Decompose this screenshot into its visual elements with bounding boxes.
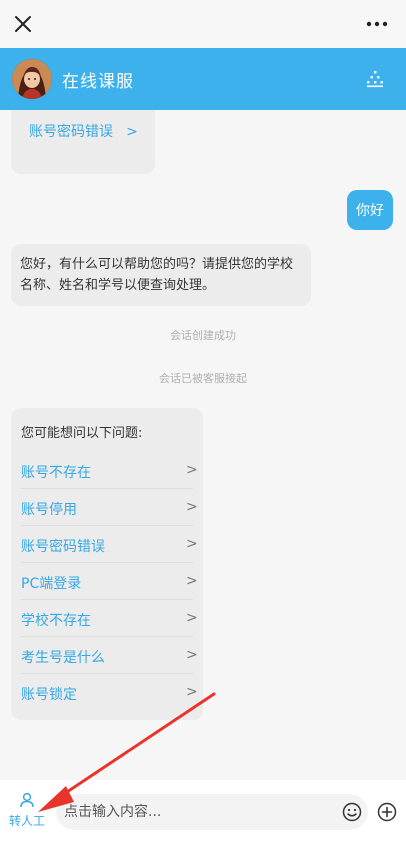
faq-link-label: 账号密码错误: [29, 124, 113, 140]
emoji-button[interactable]: [342, 802, 362, 822]
chevron-right-icon: >: [186, 573, 198, 589]
message-input[interactable]: [64, 794, 334, 830]
tree-menu-button[interactable]: [366, 70, 384, 88]
chat-area[interactable]: 账号密码错误 > 你好 您好，有什么可以帮助您的吗？请提供您的学校名称、姓名和学…: [0, 110, 406, 780]
faq-title: 您可能想问以下问题:: [21, 426, 143, 441]
faq-item-label: PC端登录: [21, 576, 82, 592]
chevron-right-icon: >: [186, 684, 198, 700]
faq-item-label: 账号锁定: [21, 687, 77, 703]
faq-item-label: 账号密码错误: [21, 539, 105, 555]
chevron-right-icon: >: [126, 124, 138, 140]
avatar: [12, 59, 52, 99]
user-message-text: 你好: [356, 203, 384, 219]
faq-bubble: 您可能想问以下问题: 账号不存在 > 账号停用 > 账号密码错误 > PC端登录…: [11, 408, 203, 720]
more-actions-button[interactable]: [377, 802, 397, 822]
more-dots-icon: [366, 21, 388, 27]
transfer-to-human-label: 转人工: [8, 814, 45, 828]
chevron-right-icon: >: [186, 462, 198, 478]
faq-item-label: 考生号是什么: [21, 650, 105, 666]
person-icon: [20, 792, 34, 808]
bot-reply-bubble: 您好，有什么可以帮助您的吗？请提供您的学校名称、姓名和学号以便查询处理。: [11, 244, 311, 306]
faq-item[interactable]: 账号锁定 >: [11, 674, 201, 711]
system-note-session-created: 会话创建成功: [170, 329, 236, 342]
system-note-agent-accepted: 会话已被客服接起: [159, 372, 247, 385]
faq-item[interactable]: 账号停用 >: [11, 489, 201, 526]
faq-item[interactable]: 学校不存在 >: [11, 600, 201, 637]
chat-header: 在线课服: [0, 48, 406, 110]
bot-reply-text: 您好，有什么可以帮助您的吗？请提供您的学校名称、姓名和学号以便查询处理。: [20, 257, 294, 293]
faq-item-label: 账号停用: [21, 502, 77, 518]
faq-item[interactable]: PC端登录 >: [11, 563, 201, 600]
transfer-to-human-button[interactable]: 转人工: [6, 792, 48, 832]
chevron-right-icon: >: [186, 610, 198, 626]
faq-item-label: 学校不存在: [21, 613, 91, 629]
tree-menu-icon: [367, 71, 383, 88]
faq-item-label: 账号不存在: [21, 465, 91, 481]
faq-link-partial[interactable]: 账号密码错误 >: [29, 121, 138, 141]
emoji-icon: [342, 802, 362, 822]
top-bar: [0, 0, 406, 48]
chevron-right-icon: >: [186, 499, 198, 515]
close-icon: [15, 16, 31, 32]
more-button[interactable]: [362, 10, 392, 38]
faq-item[interactable]: 账号不存在 >: [11, 452, 201, 489]
plus-circle-icon: [377, 802, 397, 822]
faq-item[interactable]: 考生号是什么 >: [11, 637, 201, 674]
chevron-right-icon: >: [186, 647, 198, 663]
previous-faq-bubble: 账号密码错误 >: [11, 110, 155, 174]
page-title: 在线课服: [62, 72, 134, 92]
input-bar: 转人工: [0, 780, 406, 846]
chat-page: 在线课服 账号密码错误 > 你好 您好，有什么可以帮助您的吗？请提供您的学校名称…: [0, 0, 406, 846]
faq-item[interactable]: 账号密码错误 >: [11, 526, 201, 563]
close-button[interactable]: [8, 8, 38, 40]
message-input-box: [56, 794, 368, 830]
user-message-bubble: 你好: [347, 190, 393, 230]
chevron-right-icon: >: [186, 536, 198, 552]
